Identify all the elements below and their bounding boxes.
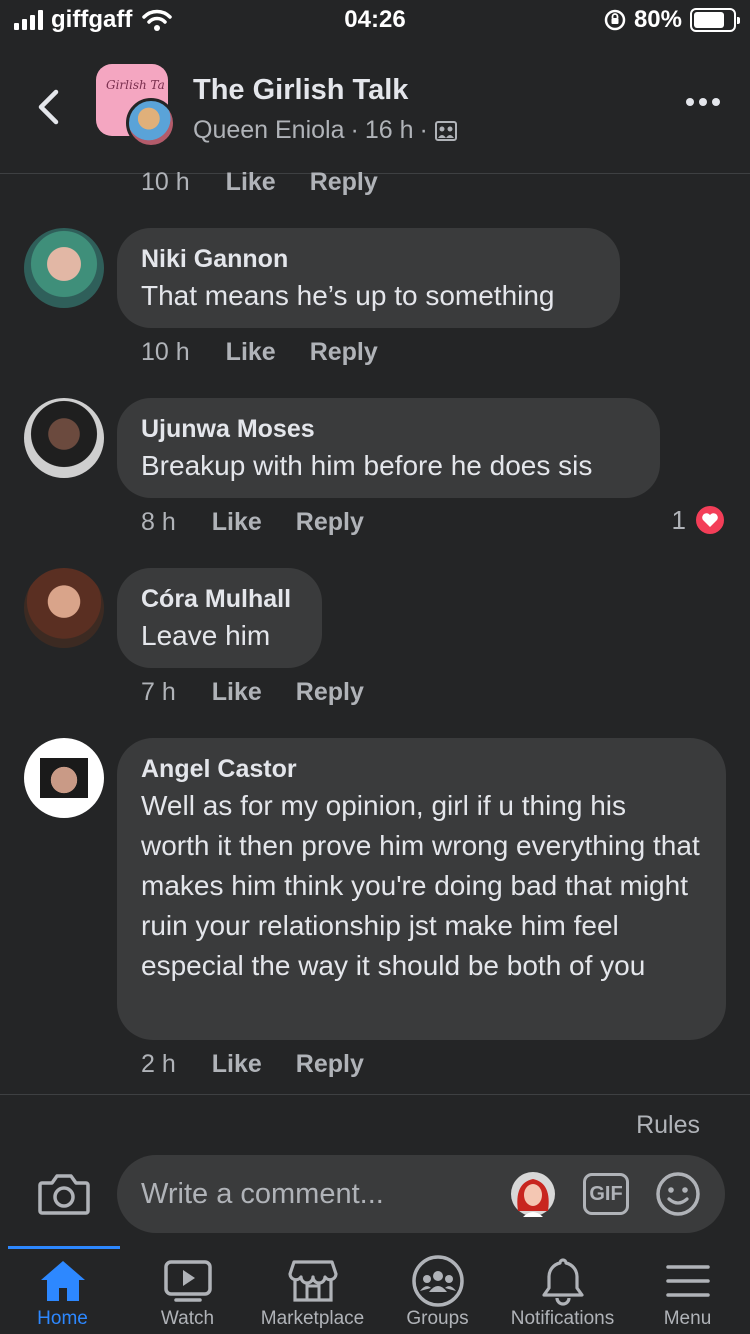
tab-marketplace[interactable]: Marketplace <box>250 1254 375 1330</box>
tab-label: Menu <box>663 1308 712 1329</box>
like-button[interactable]: Like <box>226 168 276 197</box>
tab-groups[interactable]: Groups <box>375 1254 500 1330</box>
comment-text: That means he’s up to something <box>141 280 555 311</box>
watch-icon <box>163 1260 212 1302</box>
reply-button[interactable]: Reply <box>296 678 364 707</box>
comment-composer: Rules GIF <box>0 1094 750 1246</box>
rules-link[interactable]: Rules <box>636 1111 700 1140</box>
tab-label: Marketplace <box>260 1308 365 1329</box>
reaction-summary[interactable]: 1 <box>672 504 726 536</box>
tab-notifications[interactable]: Notifications <box>500 1254 625 1330</box>
commenter-avatar[interactable] <box>24 738 104 818</box>
comment-time: 10 h <box>141 338 190 366</box>
bottom-tab-bar: Home Watch Marketplace Groups Notificati… <box>0 1246 750 1334</box>
battery-icon <box>690 8 740 32</box>
emoji-icon[interactable] <box>655 1171 701 1217</box>
comment-actions: 2 h Like Reply <box>141 1050 398 1079</box>
status-right: 80% <box>604 6 740 34</box>
bell-icon <box>541 1258 584 1306</box>
comment-time: 7 h <box>141 678 176 706</box>
like-button[interactable]: Like <box>212 1050 262 1079</box>
like-button[interactable]: Like <box>212 678 262 707</box>
comment-actions: 10 h Like Reply <box>141 338 412 367</box>
comment-text: Leave him <box>141 620 271 651</box>
orientation-lock-icon <box>604 9 626 31</box>
author-name[interactable]: Queen Eniola <box>193 116 345 145</box>
group-name[interactable]: The Girlish Talk <box>193 74 408 107</box>
back-button[interactable] <box>28 82 68 132</box>
reply-button[interactable]: Reply <box>296 1050 364 1079</box>
commenter-name[interactable]: Niki Gannon <box>141 242 596 276</box>
commenter-avatar[interactable] <box>24 568 104 648</box>
comment-text: Breakup with him before he does sis <box>141 450 593 481</box>
more-dots-icon <box>686 98 694 106</box>
comment-time: 2 h <box>141 1050 176 1078</box>
love-reaction-icon <box>694 504 726 536</box>
like-button[interactable]: Like <box>226 338 276 367</box>
reply-button[interactable]: Reply <box>310 168 378 197</box>
comment-text: Well as for my opinion, girl if u thing … <box>141 790 700 981</box>
comment-bubble[interactable]: Ujunwa Moses Breakup with him before he … <box>117 398 660 498</box>
commenter-name[interactable]: Córa Mulhall <box>141 582 298 616</box>
comment-time: 8 h <box>141 508 176 536</box>
tab-label: Notifications <box>510 1308 615 1329</box>
tab-label: Watch <box>160 1308 215 1329</box>
comment-actions: 8 h Like Reply <box>141 508 398 537</box>
tab-watch[interactable]: Watch <box>125 1254 250 1330</box>
commenter-avatar[interactable] <box>24 228 104 308</box>
avatar-sticker-icon[interactable] <box>510 1171 556 1217</box>
tab-label: Home <box>37 1308 88 1329</box>
marketplace-icon <box>287 1260 338 1302</box>
author-avatar[interactable] <box>126 98 176 148</box>
commenter-name[interactable]: Ujunwa Moses <box>141 412 636 446</box>
menu-icon <box>665 1265 710 1297</box>
tab-home[interactable]: Home <box>0 1254 125 1330</box>
battery-percent: 80% <box>633 6 682 33</box>
comment-bubble[interactable]: Angel Castor Well as for my opinion, gir… <box>117 738 726 1040</box>
comment-bubble[interactable]: Niki Gannon That means he’s up to someth… <box>117 228 620 328</box>
tab-label: Groups <box>406 1308 469 1329</box>
like-button[interactable]: Like <box>212 508 262 537</box>
more-options-button[interactable] <box>686 98 720 106</box>
gif-button[interactable]: GIF <box>583 1173 629 1215</box>
chevron-left-icon <box>38 89 59 125</box>
comment-input[interactable] <box>117 1155 725 1233</box>
reply-button[interactable]: Reply <box>310 338 378 367</box>
comment-bubble[interactable]: Córa Mulhall Leave him <box>117 568 322 668</box>
post-meta: Queen Eniola · 16 h · <box>193 116 458 145</box>
tab-menu[interactable]: Menu <box>625 1254 750 1330</box>
reaction-count: 1 <box>671 504 686 535</box>
comment-actions: 7 h Like Reply <box>141 678 398 707</box>
camera-icon[interactable] <box>38 1171 90 1217</box>
status-bar: giffgaff 04:26 80% <box>0 0 750 44</box>
comment-time: 10 h <box>141 168 190 196</box>
commenter-avatar[interactable] <box>24 398 104 478</box>
active-tab-indicator <box>8 1246 120 1249</box>
post-header: Girlish Ta The Girlish Talk Queen Eniola… <box>0 56 750 174</box>
groups-icon <box>411 1255 464 1307</box>
comment-actions: 10 h Like Reply <box>141 168 412 197</box>
home-icon <box>40 1261 85 1301</box>
reply-button[interactable]: Reply <box>296 508 364 537</box>
post-time: 16 h <box>364 116 414 144</box>
group-logo-art: Girlish Ta <box>106 78 165 92</box>
group-privacy-icon <box>434 120 457 141</box>
commenter-name[interactable]: Angel Castor <box>141 752 702 786</box>
